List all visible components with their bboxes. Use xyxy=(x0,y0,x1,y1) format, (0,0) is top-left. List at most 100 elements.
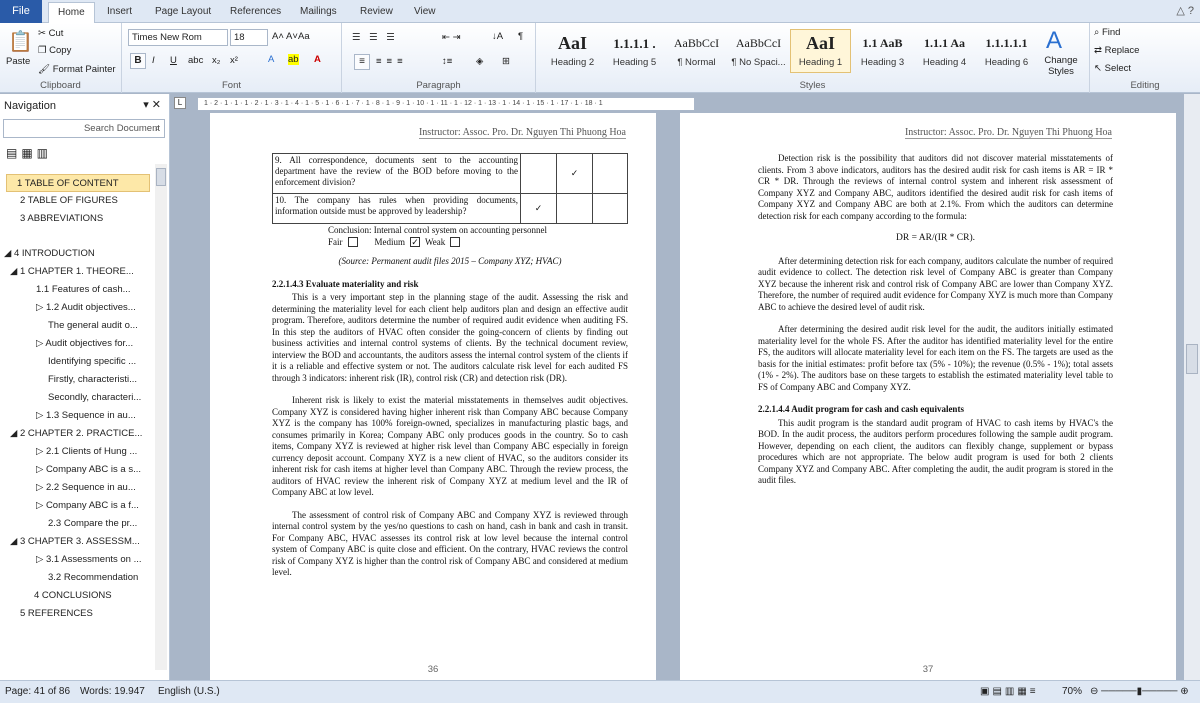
bullets-icon[interactable]: ☰ ☰ ☰ xyxy=(352,32,398,43)
sort-icon[interactable]: ↓A xyxy=(492,31,503,42)
nav-item[interactable]: ▷ 1.2 Audit objectives... xyxy=(36,299,150,317)
indent-icon[interactable]: ⇤ ⇥ xyxy=(442,32,461,43)
search-input[interactable]: Search Document ⌕ xyxy=(3,119,165,138)
vertical-scrollbar[interactable] xyxy=(1184,94,1200,680)
nav-scroll-thumb[interactable] xyxy=(156,168,166,186)
tab-mailings[interactable]: Mailings xyxy=(300,4,337,23)
font-color-icon[interactable]: A xyxy=(314,54,321,65)
language[interactable]: English (U.S.) xyxy=(158,681,220,703)
question-cell: 10. The company has rules when providing… xyxy=(272,193,521,224)
borders-icon[interactable]: ⊞ xyxy=(502,56,510,67)
change-case-button[interactable]: Aa xyxy=(298,31,310,42)
paste-button[interactable]: Paste xyxy=(6,56,30,67)
nav-item[interactable]: ◢ 2 CHAPTER 2. PRACTICE... xyxy=(10,425,150,443)
style-no-spacing[interactable]: AaBbCcI ¶ No Spaci... xyxy=(728,29,789,73)
select-button[interactable]: ↖ Select xyxy=(1094,63,1131,74)
nav-item[interactable]: ◢ 4 INTRODUCTION xyxy=(4,245,150,263)
grow-font-icon[interactable]: A˄ A˅ xyxy=(272,31,298,42)
style-heading-4[interactable]: 1.1.1 Aa Heading 4 xyxy=(914,29,975,73)
underline-icon[interactable]: U xyxy=(170,55,177,66)
nav-item[interactable]: ▷ Company ABC is a s... xyxy=(36,461,150,479)
nav-item[interactable]: 3 ABBREVIATIONS xyxy=(20,210,150,228)
strikethrough-icon[interactable]: abc xyxy=(188,55,203,66)
nav-item[interactable]: 2 TABLE OF FIGURES xyxy=(20,192,150,210)
text-effects-icon[interactable]: A xyxy=(268,54,274,65)
change-styles-button[interactable]: Change Styles xyxy=(1040,55,1082,77)
fair-checkbox[interactable] xyxy=(347,237,358,248)
superscript-icon[interactable]: x² xyxy=(230,55,238,66)
view-mode-icons[interactable]: ▣▤▥▦≡ xyxy=(980,681,1039,703)
tab-selector[interactable]: L xyxy=(174,97,186,109)
help-icon[interactable]: △ ? xyxy=(1176,4,1194,17)
line-spacing-icon[interactable]: ↕≡ xyxy=(442,56,452,67)
clipboard-label: Clipboard xyxy=(40,80,81,91)
nav-item[interactable]: 1 TABLE OF CONTENT xyxy=(6,174,150,192)
weak-checkbox[interactable] xyxy=(450,237,461,248)
italic-icon[interactable]: I xyxy=(152,55,155,66)
page-36: Instructor: Assoc. Pro. Dr. Nguyen Thi P… xyxy=(210,113,656,683)
font-size-combo[interactable]: 18 xyxy=(230,29,268,46)
style-heading-3[interactable]: 1.1 AaB Heading 3 xyxy=(852,29,913,73)
change-styles-icon[interactable]: A xyxy=(1046,27,1062,55)
tab-home[interactable]: Home xyxy=(48,2,95,23)
medium-checkbox[interactable]: ✓ xyxy=(410,237,420,248)
nav-item[interactable]: 4 CONCLUSIONS xyxy=(34,587,150,605)
tab-view[interactable]: View xyxy=(414,4,436,23)
nav-item[interactable]: ▷ 2.2 Sequence in au... xyxy=(36,479,150,497)
tab-insert[interactable]: Insert xyxy=(107,4,132,23)
style-heading-5[interactable]: 1.1.1.1 . Heading 5 xyxy=(604,29,665,73)
shading-icon[interactable]: ◈ xyxy=(476,56,483,67)
style-heading-2[interactable]: AaI Heading 2 xyxy=(542,29,603,73)
zoom-level[interactable]: 70% xyxy=(1062,681,1082,703)
tab-references[interactable]: References xyxy=(230,4,281,23)
nav-scrollbar[interactable] xyxy=(155,164,167,670)
paragraph: After determining detection risk for eac… xyxy=(758,255,1113,312)
scroll-thumb[interactable] xyxy=(1186,344,1198,374)
align-left-icon[interactable]: ≡ xyxy=(354,54,370,70)
nav-item[interactable]: Firstly, characteristi... xyxy=(48,371,150,389)
style-normal[interactable]: AaBbCcI ¶ Normal xyxy=(666,29,727,73)
paste-icon[interactable]: 📋 xyxy=(8,29,33,54)
medium-label: Medium xyxy=(374,236,406,247)
copy-button[interactable]: ❐ Copy xyxy=(38,45,71,56)
horizontal-ruler[interactable]: 1 · 2 · 1 · 1 · 1 · 2 · 1 · 3 · 1 · 4 · … xyxy=(197,97,695,111)
search-icon[interactable]: ⌕ xyxy=(155,120,160,137)
style-heading-6[interactable]: 1.1.1.1.1 Heading 6 xyxy=(976,29,1037,73)
nav-item[interactable]: ▷ 2.1 Clients of Hung ... xyxy=(36,443,150,461)
style-heading-1[interactable]: AaI Heading 1 xyxy=(790,29,851,73)
tab-file[interactable]: File xyxy=(0,0,42,23)
nav-item[interactable]: ▷ 3.1 Assessments on ... xyxy=(36,551,150,569)
word-count[interactable]: Words: 19.947 xyxy=(80,681,145,703)
pilcrow-icon[interactable]: ¶ xyxy=(518,31,523,42)
page-count[interactable]: Page: 41 of 86 xyxy=(5,681,70,703)
cut-button[interactable]: ✂ Cut xyxy=(38,28,63,39)
nav-item[interactable]: Identifying specific ... xyxy=(48,353,150,371)
nav-item[interactable]: ▷ 1.3 Sequence in au... xyxy=(36,407,150,425)
nav-item[interactable]: 2.3 Compare the pr... xyxy=(48,515,150,533)
nav-item[interactable]: The general audit o... xyxy=(48,317,150,335)
nav-item[interactable]: 3.2 Recommendation xyxy=(48,569,150,587)
bold-icon[interactable]: B xyxy=(130,53,146,69)
nav-item[interactable]: 5 REFERENCES xyxy=(20,605,150,623)
replace-button[interactable]: ⇄ Replace xyxy=(1094,45,1139,56)
nav-item[interactable]: ◢ 1 CHAPTER 1. THEORE... xyxy=(10,263,150,281)
page-37-body[interactable]: Detection risk is the possibility that a… xyxy=(758,153,1113,498)
nav-item[interactable]: Secondly, characteri... xyxy=(48,389,150,407)
tab-review[interactable]: Review xyxy=(360,4,393,23)
tab-page-layout[interactable]: Page Layout xyxy=(155,4,211,23)
format-painter-button[interactable]: 🖌 Format Painter xyxy=(38,64,116,75)
answer-cell: ✓ xyxy=(520,193,557,224)
nav-item[interactable]: ▷ Company ABC is a f... xyxy=(36,497,150,515)
close-icon[interactable]: ▾ ✕ xyxy=(143,98,161,111)
zoom-slider[interactable]: ⊖ ─────▮───── ⊕ xyxy=(1090,681,1189,703)
font-name-combo[interactable]: Times New Rom xyxy=(128,29,228,46)
nav-item[interactable]: ▷ Audit objectives for... xyxy=(36,335,150,353)
find-button[interactable]: ⌕ Find xyxy=(1094,27,1120,38)
subscript-icon[interactable]: x₂ xyxy=(212,55,220,66)
nav-item[interactable]: ◢ 3 CHAPTER 3. ASSESSM... xyxy=(10,533,150,551)
nav-view-icons[interactable]: ▤▦▥ xyxy=(6,146,66,164)
highlight-icon[interactable]: ab xyxy=(288,54,299,65)
nav-item[interactable]: 1.1 Features of cash... xyxy=(36,281,150,299)
page-36-body[interactable]: 9. All correspondence, documents sent to… xyxy=(272,153,628,590)
align-icons[interactable]: ≡≡≡ xyxy=(376,56,408,67)
